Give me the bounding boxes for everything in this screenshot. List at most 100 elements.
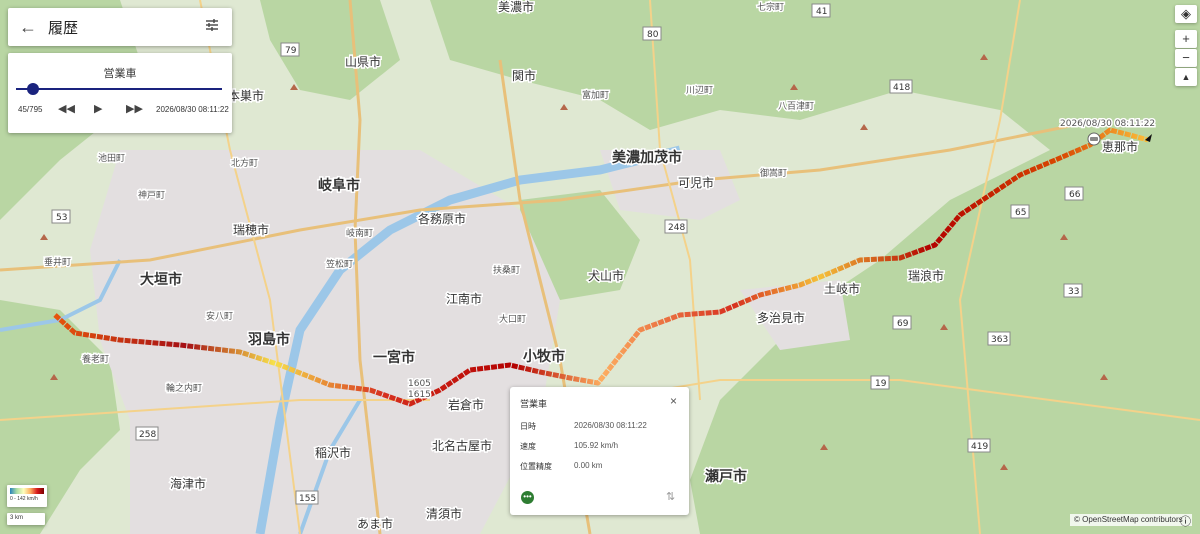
info-icon[interactable]: ⓘ xyxy=(1180,513,1191,529)
route-shield-label: 33 xyxy=(1068,287,1079,297)
city-label: 美濃市 xyxy=(498,0,534,14)
city-label: 富加町 xyxy=(582,89,609,101)
vehicle-name: 営業車 xyxy=(103,68,137,80)
filter-button[interactable] xyxy=(192,18,232,36)
close-icon[interactable]: × xyxy=(670,394,677,408)
city-label: 瑞穂市 xyxy=(233,222,269,237)
playback-position: 45/795 xyxy=(18,105,43,114)
map-scale: 3 km xyxy=(7,513,45,525)
city-label: 大垣市 xyxy=(140,271,182,288)
city-label: あま市 xyxy=(357,516,393,531)
city-label: 御嵩町 xyxy=(760,167,787,179)
city-label: 美濃加茂市 xyxy=(612,149,682,166)
popup-label-accuracy: 位置精度 xyxy=(520,462,552,471)
city-label: 安八町 xyxy=(206,310,233,322)
north-reset-button[interactable]: ▲ xyxy=(1175,68,1197,86)
city-label: 扶桑町 xyxy=(493,264,520,276)
speed-legend: 0 - 142 km/h xyxy=(7,485,47,507)
history-header: ← 履歴 xyxy=(8,8,232,46)
map-scale-text: 3 km xyxy=(10,515,24,521)
layers-icon: ◈ xyxy=(1181,6,1191,21)
route-shield-label: 419 xyxy=(971,442,988,452)
route-shield-label: 248 xyxy=(668,223,685,233)
popup-label-datetime: 日時 xyxy=(520,422,536,431)
city-label: 岐南町 xyxy=(346,227,373,239)
play-button[interactable]: ▶ xyxy=(94,102,102,115)
route-shield-label: 258 xyxy=(139,430,156,440)
fast-forward-button[interactable]: ▶▶ xyxy=(126,102,143,115)
city-label: 笠松町 xyxy=(326,258,353,270)
route-shield-label: 80 xyxy=(647,30,659,40)
swap-icon[interactable]: ⇅ xyxy=(666,490,675,503)
playback-slider-track[interactable] xyxy=(22,88,222,90)
city-label: 清須市 xyxy=(426,506,462,521)
playback-panel: 営業車 45/795 ◀◀ ▶ ▶▶ 2026/08/30 08:11:22 xyxy=(8,53,232,133)
page-title: 履歴 xyxy=(48,19,79,37)
city-label: 恵那市 xyxy=(1102,139,1138,154)
route-shield-label: 66 xyxy=(1069,190,1081,200)
more-options-button[interactable]: ••• xyxy=(521,491,534,504)
compass-icon: ▲ xyxy=(1181,72,1191,82)
attribution-text[interactable]: © OpenStreetMap contributors xyxy=(1070,515,1183,524)
popup-value-speed: 105.92 km/h xyxy=(574,441,619,450)
zoom-out-button[interactable]: − xyxy=(1175,49,1197,67)
map-attribution: © OpenStreetMap contributors xyxy=(1070,514,1192,526)
route-number-label: 1615 xyxy=(408,390,431,400)
city-label: 多治見市 xyxy=(757,310,805,325)
city-label: 本巣市 xyxy=(228,88,264,103)
zoom-in-button[interactable]: + xyxy=(1175,30,1197,48)
city-label: 岩倉市 xyxy=(448,397,484,412)
city-label: 大口町 xyxy=(499,313,526,325)
city-label: 一宮市 xyxy=(373,349,415,366)
info-popup: 営業車 × 日時 2026/08/30 08:11:22 速度 105.92 k… xyxy=(510,387,689,515)
city-label: 海津市 xyxy=(170,476,206,491)
city-label: 岐阜市 xyxy=(318,177,360,194)
route-shield-label: 363 xyxy=(991,335,1008,345)
city-label: 山県市 xyxy=(345,54,381,69)
popup-value-accuracy: 0.00 km xyxy=(574,461,603,470)
layers-button[interactable]: ◈ xyxy=(1175,5,1197,23)
city-label: 土岐市 xyxy=(824,281,860,296)
speed-color-bar xyxy=(10,488,44,494)
route-shield-label: 69 xyxy=(897,319,909,329)
back-button[interactable]: ← xyxy=(8,17,48,38)
city-label: 神戸町 xyxy=(138,189,165,201)
city-label: 各務原市 xyxy=(418,211,466,226)
city-label: 稲沢市 xyxy=(315,445,351,460)
city-label: 養老町 xyxy=(82,353,109,365)
playback-timestamp: 2026/08/30 08:11:22 xyxy=(156,105,229,114)
city-label: 瑞浪市 xyxy=(908,268,944,283)
vehicle-marker-timestamp: 2026/08/30 08:11:22 xyxy=(1060,119,1155,129)
sliders-icon xyxy=(206,19,218,31)
city-label: 北方町 xyxy=(231,157,258,169)
playback-slider-handle[interactable] xyxy=(27,83,40,95)
popup-label-speed: 速度 xyxy=(520,442,536,451)
city-label: 八百津町 xyxy=(778,101,814,112)
route-shield-label: 19 xyxy=(875,379,887,389)
city-label: 江南市 xyxy=(446,291,482,306)
arrow-left-icon: ← xyxy=(19,16,37,37)
route-number-label: 1605 xyxy=(408,379,431,389)
city-label: 北名古屋市 xyxy=(432,438,492,453)
city-label: 瀬戸市 xyxy=(705,468,747,485)
popup-value-datetime: 2026/08/30 08:11:22 xyxy=(574,421,647,430)
city-label: 可児市 xyxy=(678,175,714,190)
route-shield-label: 155 xyxy=(299,494,316,504)
route-shield-label: 418 xyxy=(893,83,910,93)
city-label: 犬山市 xyxy=(588,268,624,283)
city-label: 川辺町 xyxy=(686,85,713,96)
city-label: 池田町 xyxy=(98,152,125,164)
vehicle-marker[interactable] xyxy=(1087,132,1101,146)
city-label: 七宗町 xyxy=(757,1,784,13)
popup-title: 営業車 xyxy=(520,399,548,409)
route-shield-label: 53 xyxy=(56,213,67,223)
city-label: 羽島市 xyxy=(248,331,290,348)
route-shield-label: 41 xyxy=(816,7,827,17)
rewind-button[interactable]: ◀◀ xyxy=(58,102,75,115)
route-shield-label: 65 xyxy=(1015,208,1026,218)
city-label: 小牧市 xyxy=(523,348,565,365)
speed-legend-text: 0 - 142 km/h xyxy=(10,496,38,502)
city-label: 輪之内町 xyxy=(166,382,202,394)
city-label: 垂井町 xyxy=(44,256,71,268)
city-label: 関市 xyxy=(512,68,536,83)
